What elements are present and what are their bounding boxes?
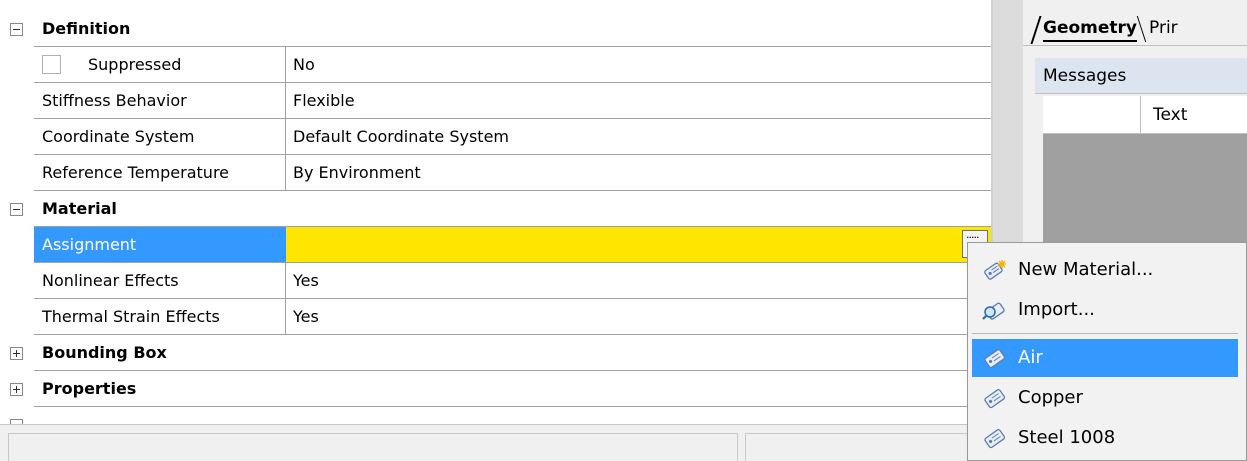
property-label: Suppressed xyxy=(34,47,286,83)
menu-item-label: Steel 1008 xyxy=(1018,427,1116,448)
material-assignment-menu: New Material... Import... Air Copper Ste… xyxy=(967,242,1247,461)
menu-separator xyxy=(972,333,1238,334)
group-title: Material xyxy=(34,191,991,227)
menu-item-copper[interactable]: Copper xyxy=(972,379,1238,417)
property-value[interactable]: By Environment xyxy=(286,155,991,191)
menu-item-air[interactable]: Air xyxy=(972,339,1238,377)
material-tag-icon xyxy=(984,429,1006,449)
property-label: Assignment xyxy=(34,227,286,263)
menu-item-label: Copper xyxy=(1018,387,1083,408)
status-segment xyxy=(745,433,991,461)
status-segment xyxy=(8,433,738,461)
menu-item-label: Import... xyxy=(1018,299,1095,320)
property-value[interactable]: Yes xyxy=(286,299,991,335)
group-definition[interactable]: Definition xyxy=(0,11,991,47)
group-title: Definition xyxy=(34,11,991,47)
messages-panel-title: Messages xyxy=(1035,58,1247,94)
property-row-assignment[interactable]: Assignment xyxy=(0,227,991,263)
messages-column-header: Text xyxy=(1043,96,1247,134)
group-title: Properties xyxy=(34,371,991,407)
menu-item-import[interactable]: Import... xyxy=(972,291,1238,329)
property-row-thermal-strain-effects[interactable]: Thermal Strain Effects Yes xyxy=(0,299,991,335)
group-title xyxy=(34,407,991,424)
group-bounding-box[interactable]: Bounding Box xyxy=(0,335,991,371)
group-material[interactable]: Material xyxy=(0,191,991,227)
property-label: Nonlinear Effects xyxy=(34,263,286,299)
property-value[interactable]: Default Coordinate System xyxy=(286,119,991,155)
property-value[interactable]: Flexible xyxy=(286,83,991,119)
view-tabs: Geometry Prir xyxy=(1023,0,1247,46)
menu-item-new-material[interactable]: New Material... xyxy=(972,251,1238,289)
column-text-header[interactable]: Text xyxy=(1153,96,1187,134)
menu-item-steel-1008[interactable]: Steel 1008 xyxy=(972,419,1238,457)
details-property-grid: Definition Suppressed No Stiffness Behav… xyxy=(0,0,991,424)
group-properties[interactable]: Properties xyxy=(0,371,991,407)
import-icon xyxy=(982,302,1005,320)
assignment-value-field[interactable] xyxy=(286,227,991,263)
expand-icon[interactable] xyxy=(10,347,23,360)
property-label: Stiffness Behavior xyxy=(34,83,286,119)
property-label: Thermal Strain Effects xyxy=(34,299,286,335)
property-row-suppressed[interactable]: Suppressed No xyxy=(0,47,991,83)
property-row-reference-temperature[interactable]: Reference Temperature By Environment xyxy=(0,155,991,191)
property-row-stiffness-behavior[interactable]: Stiffness Behavior Flexible xyxy=(0,83,991,119)
group-title: Bounding Box xyxy=(34,335,991,371)
property-value[interactable]: No xyxy=(286,47,991,83)
material-tag-icon xyxy=(984,349,1006,369)
tab-geometry[interactable]: Geometry xyxy=(1043,14,1137,44)
status-bar xyxy=(0,424,991,461)
group-partially-hidden[interactable] xyxy=(0,407,991,424)
property-label: Coordinate System xyxy=(34,119,286,155)
expand-icon[interactable] xyxy=(10,383,23,396)
property-label: Reference Temperature xyxy=(34,155,286,191)
tab-print-preview[interactable]: Prir xyxy=(1149,14,1178,44)
menu-item-label: New Material... xyxy=(1018,259,1154,280)
new-material-icon xyxy=(984,260,1006,280)
collapse-icon[interactable] xyxy=(10,23,23,36)
collapse-icon[interactable] xyxy=(10,203,23,216)
material-tag-icon xyxy=(984,389,1006,409)
suppressed-checkbox[interactable] xyxy=(42,55,61,74)
menu-item-label: Air xyxy=(1018,347,1043,368)
property-row-nonlinear-effects[interactable]: Nonlinear Effects Yes xyxy=(0,263,991,299)
property-row-coordinate-system[interactable]: Coordinate System Default Coordinate Sys… xyxy=(0,119,991,155)
property-value[interactable]: Yes xyxy=(286,263,991,299)
